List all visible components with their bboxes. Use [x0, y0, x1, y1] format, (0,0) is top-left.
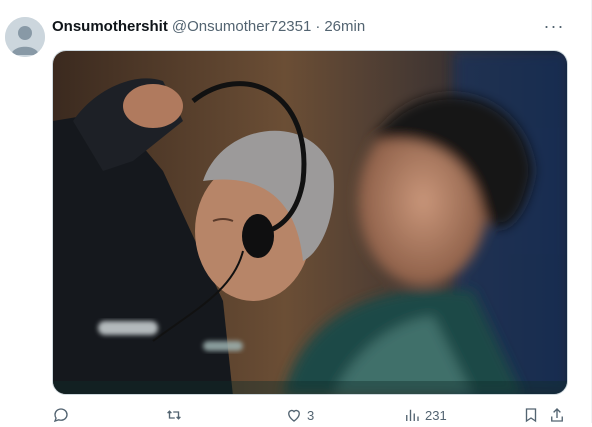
more-options-button[interactable]: ···	[542, 15, 566, 37]
display-name[interactable]: Onsumothershit	[52, 18, 168, 35]
default-avatar-icon	[5, 17, 45, 57]
separator-dot: ·	[315, 17, 321, 35]
like-button[interactable]: 3	[285, 405, 314, 425]
bookmark-button[interactable]	[522, 405, 540, 425]
retweet-icon	[167, 410, 181, 420]
like-count: 3	[307, 407, 315, 423]
heart-icon	[288, 409, 300, 422]
tweet[interactable]: Onsumothershit @Onsumother72351 · 26min …	[0, 0, 592, 423]
views-chart-icon	[406, 409, 419, 421]
reply-icon	[53, 408, 68, 423]
retweet-button[interactable]	[165, 405, 187, 425]
tweet-photo[interactable]	[52, 50, 568, 395]
share-icon	[551, 408, 563, 422]
tweet-actions: 3 231	[52, 405, 572, 427]
reply-button[interactable]	[52, 405, 74, 425]
tweet-header: Onsumothershit @Onsumother72351 · 26min	[52, 16, 365, 36]
avatar[interactable]	[5, 17, 45, 57]
more-options-icon: ···	[543, 15, 565, 36]
views-button[interactable]: 231	[403, 405, 447, 425]
views-count: 231	[425, 407, 447, 423]
bookmark-icon	[525, 408, 537, 423]
user-handle[interactable]: @Onsumother72351	[172, 18, 311, 35]
timestamp[interactable]: 26min	[324, 18, 365, 35]
photo-image	[53, 51, 567, 394]
share-button[interactable]	[548, 405, 566, 425]
